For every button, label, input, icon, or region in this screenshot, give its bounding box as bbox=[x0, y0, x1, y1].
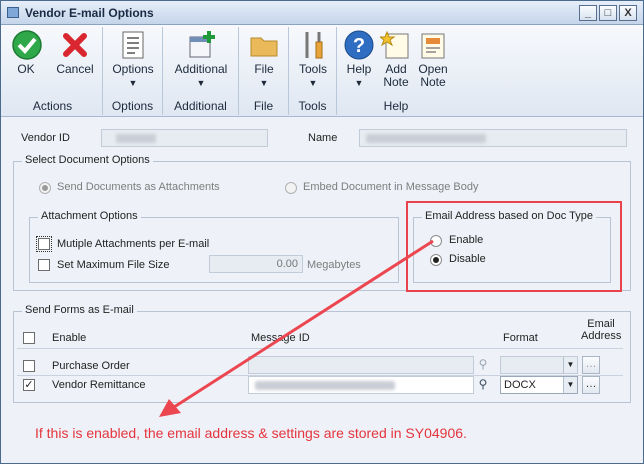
annotation-note: If this is enabled, the email address & … bbox=[35, 425, 467, 441]
vendor-email-options-window: Vendor E-mail Options _ □ X OK Cancel Ac… bbox=[0, 0, 644, 464]
annotation-arrow bbox=[159, 239, 434, 417]
